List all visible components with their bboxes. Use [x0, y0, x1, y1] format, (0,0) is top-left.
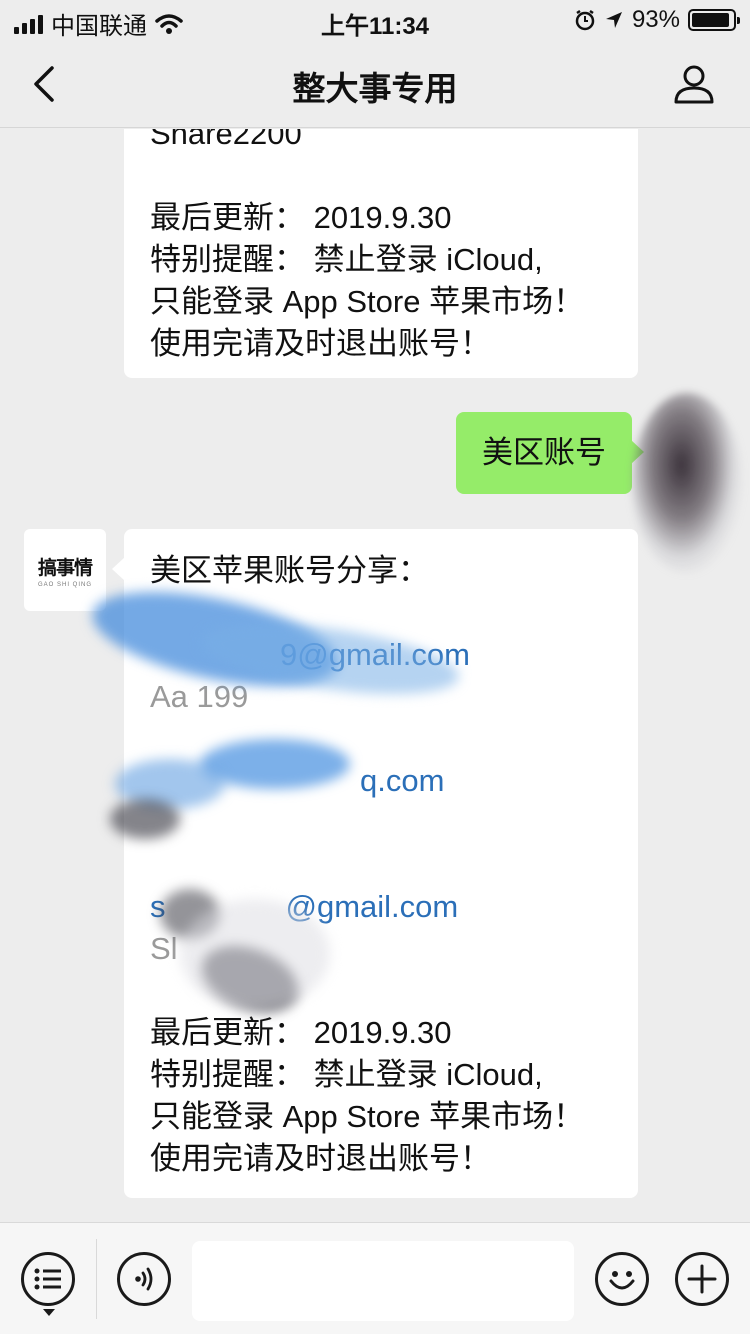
redaction-smudge	[180, 899, 330, 1009]
sent-message[interactable]: 美区账号	[456, 412, 644, 494]
contact-avatar[interactable]: 搞事情 GAO SHI QING	[24, 529, 106, 611]
updated-line: 最后更新： 2019.9.30	[150, 1015, 452, 1050]
battery-icon	[688, 9, 740, 31]
status-bar: 中国联通 上午11:34 93%	[0, 0, 750, 40]
my-avatar[interactable]	[632, 393, 742, 573]
alarm-icon	[575, 9, 595, 31]
avatar-logo-sub: GAO SHI QING	[37, 581, 92, 588]
list-menu-icon[interactable]	[21, 1252, 75, 1306]
input-toolbar	[0, 1222, 750, 1334]
reminder-line: 只能登录 App Store 苹果市场！	[150, 284, 585, 319]
person-icon[interactable]	[672, 62, 716, 106]
location-arrow-icon	[605, 12, 622, 28]
avatar-logo: 搞事情	[37, 556, 93, 579]
reminder-line: 使用完请及时退出账号！	[150, 1141, 491, 1176]
menu-caret-icon	[43, 1309, 55, 1316]
battery-percent: 93%	[631, 6, 680, 33]
status-right: 93%	[574, 6, 740, 34]
updated-line: 最后更新： 2019.9.30	[150, 200, 452, 235]
smiley-icon[interactable]	[595, 1252, 649, 1306]
battery-fill	[692, 13, 730, 27]
plus-icon[interactable]	[675, 1252, 729, 1306]
voice-icon[interactable]	[117, 1252, 171, 1306]
reminder-line: 只能登录 App Store 苹果市场！	[150, 1099, 585, 1134]
chat-title: 整大事专用	[292, 70, 458, 107]
redaction-smudge	[110, 799, 180, 839]
sent-message-text: 美区账号	[482, 435, 606, 470]
reminder-line: 特别提醒： 禁止登录 iCloud,	[150, 242, 543, 277]
received-message[interactable]: Share2200 最后更新： 2019.9.30 特别提醒： 禁止登录 iCl…	[124, 129, 638, 378]
reminder-line: 使用完请及时退出账号！	[150, 326, 491, 361]
message-line: Share2200	[150, 129, 302, 151]
message-input[interactable]	[192, 1241, 574, 1321]
toolbar-divider	[96, 1239, 97, 1319]
nav-bar: 整大事专用	[0, 40, 750, 128]
message-heading: 美区苹果账号分享：	[150, 553, 429, 588]
reminder-line: 特别提醒： 禁止登录 iCloud,	[150, 1057, 543, 1092]
chat-area[interactable]: Share2200 最后更新： 2019.9.30 特别提醒： 禁止登录 iCl…	[0, 129, 750, 1222]
